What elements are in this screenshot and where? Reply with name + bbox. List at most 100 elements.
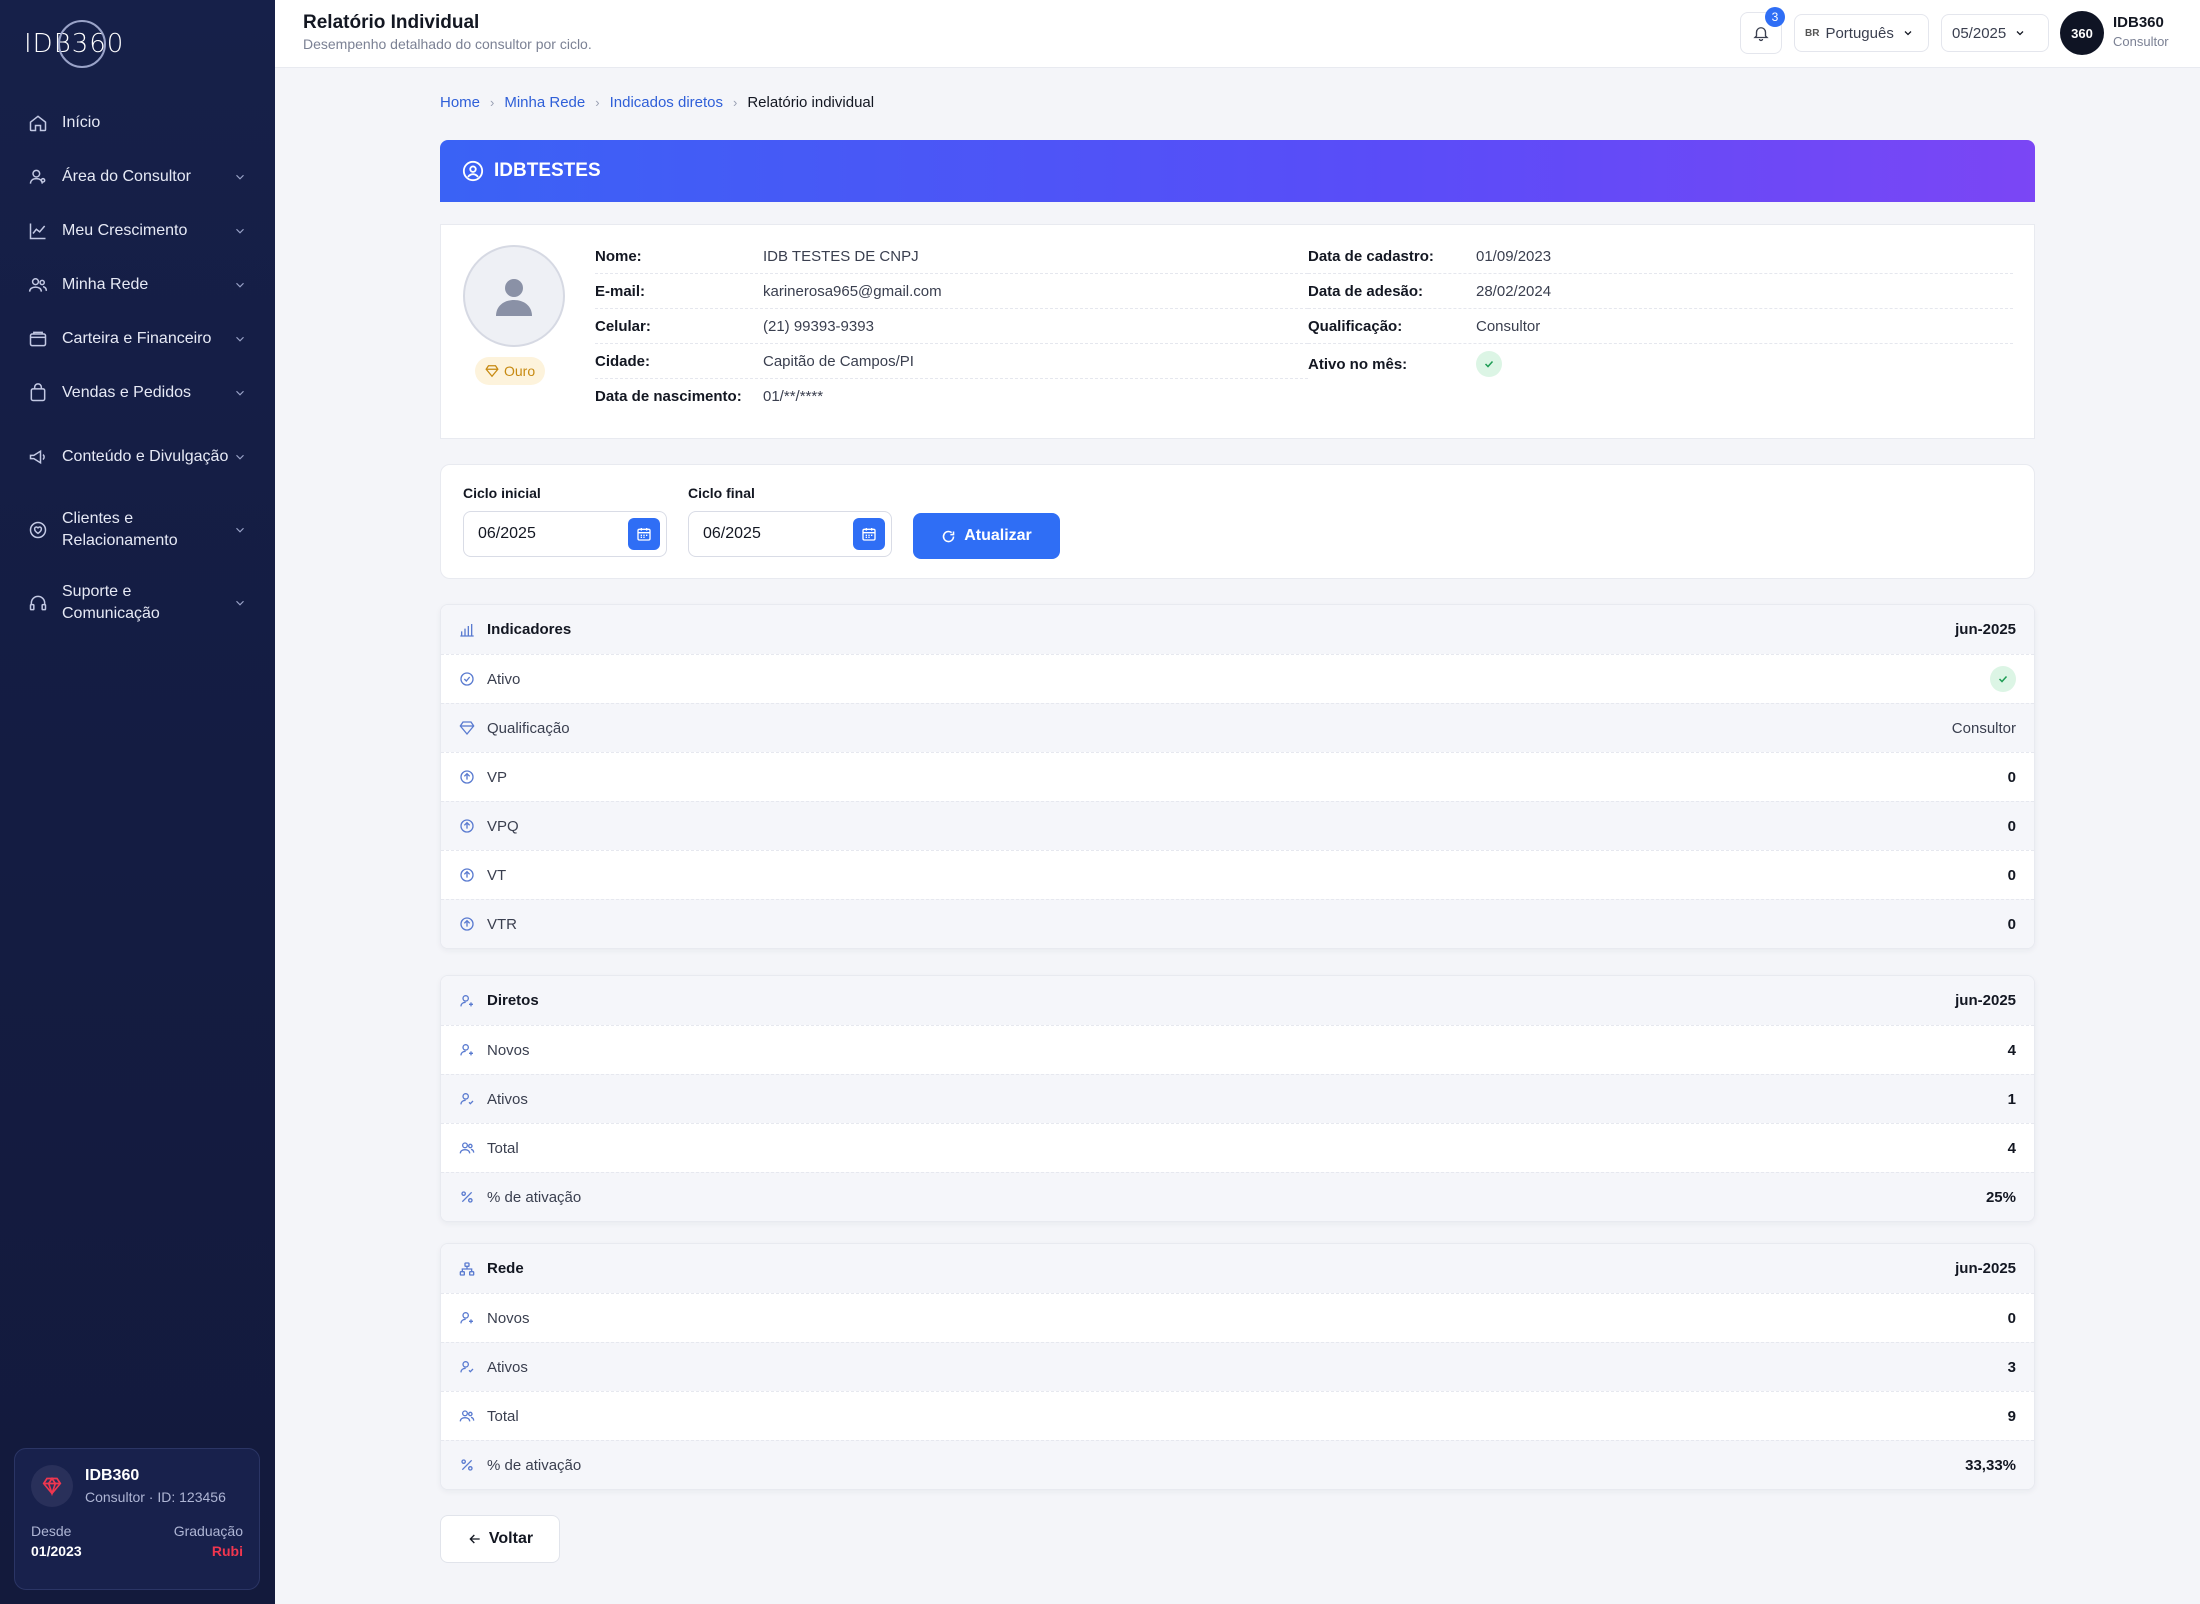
calendar-button[interactable] [853, 518, 885, 550]
profile-label: Data de nascimento: [595, 388, 742, 405]
row-value: 9 [2007, 1407, 2016, 1425]
row-label: VPQ [487, 817, 519, 835]
trend-icon [29, 223, 46, 240]
sidebar-item-label: Clientes e Relacionamento [62, 509, 178, 549]
chevron-right-icon: › [490, 95, 495, 110]
user-plus-icon [460, 1044, 473, 1056]
check-circle-icon [460, 672, 474, 686]
sidebar-item-vendas[interactable]: Vendas e Pedidos [12, 366, 263, 420]
row-label: % de ativação [487, 1188, 582, 1206]
diamond-icon [459, 721, 475, 736]
notification-count-badge: 3 [1765, 7, 1785, 27]
breadcrumb-indicados-diretos[interactable]: Indicados diretos [610, 94, 723, 111]
user-check-icon [460, 1361, 474, 1373]
sidebar-item-label: Suporte e Comunicação [62, 582, 160, 622]
chevron-down-icon [236, 454, 244, 460]
breadcrumb-current: Relatório individual [747, 94, 875, 111]
chevron-right-icon: › [733, 95, 738, 110]
since-label: Desde [31, 1523, 72, 1539]
chevron-down-icon [236, 600, 244, 606]
user-name: IDB360 [2113, 14, 2164, 31]
table-period: jun-2025 [1955, 992, 2016, 1009]
profile-label: Ativo no mês: [1308, 355, 1408, 373]
avatar[interactable]: 360 [2060, 11, 2104, 55]
chevron-down-icon [236, 174, 244, 180]
row-label: Ativo [487, 670, 521, 688]
row-value: 0 [2007, 866, 2016, 884]
bag-icon [30, 383, 46, 402]
table-header: Diretos jun-2025 [441, 976, 2034, 1025]
end-cycle-value: 06/2025 [703, 525, 761, 542]
sidebar-item-inicio[interactable]: Início [12, 96, 263, 150]
megaphone-icon [29, 449, 45, 464]
profile-avatar [463, 245, 565, 347]
breadcrumb-minha-rede[interactable]: Minha Rede [504, 94, 585, 111]
sidebar-item-suporte[interactable]: Suporte e Comunicação [12, 566, 263, 639]
sidebar-item-conteudo[interactable]: Conteúdo e Divulgação [12, 420, 263, 493]
profile-card: Ouro Nome: IDB TESTES DE CNPJ E-mail: kari… [440, 224, 2035, 439]
table-row: VT 0 [441, 850, 2034, 899]
table-row: Total 4 [441, 1123, 2034, 1172]
users-icon [28, 278, 48, 292]
chevron-down-icon [236, 228, 244, 234]
profile-value: IDB TESTES DE CNPJ [763, 247, 919, 265]
profile-value: 01/09/2023 [1476, 247, 1552, 265]
arrow-left-icon [469, 1534, 480, 1544]
start-cycle-value: 06/2025 [478, 525, 536, 542]
language-select[interactable]: BR Português [1794, 14, 1929, 52]
user-circle-icon [462, 160, 484, 182]
sidebar-item-meu-crescimento[interactable]: Meu Crescimento [12, 204, 263, 258]
row-label: Novos [487, 1309, 530, 1327]
row-value: 4 [2007, 1139, 2016, 1157]
sidebar-item-clientes[interactable]: Clientes e Relacionamento [12, 493, 263, 566]
profile-header: IDBTESTES [440, 140, 2035, 202]
sidebar-user-card[interactable]: IDB360 Consultor · ID: 123456 Desde 01/2… [14, 1448, 260, 1590]
arrow-up-circle-icon [460, 868, 474, 882]
calendar-icon [862, 528, 876, 541]
chevron-down-icon [1904, 31, 1912, 36]
start-cycle-input[interactable]: 06/2025 [463, 511, 667, 557]
users-icon [459, 1410, 475, 1422]
graduation-value: Rubi [211, 1543, 243, 1559]
refresh-icon [942, 530, 955, 542]
row-value: 1 [2007, 1090, 2016, 1108]
sidebar-item-minha-rede[interactable]: Minha Rede [12, 258, 263, 312]
row-value: 3 [2007, 1358, 2016, 1376]
table-row: Ativos 3 [441, 1342, 2034, 1391]
profile-value: (21) 99393-9393 [763, 317, 874, 335]
profile-right-column: Data de cadastro: 01/09/2023 Data de ades… [1308, 239, 2013, 384]
sidebar-item-carteira[interactable]: Carteira e Financeiro [12, 312, 263, 366]
row-label: Total [487, 1139, 519, 1157]
diamond-icon [485, 365, 499, 378]
row-label: Ativos [487, 1090, 528, 1108]
row-value: 4 [2007, 1041, 2016, 1059]
calendar-button[interactable] [628, 518, 660, 550]
sidebar-item-area-consultor[interactable]: Área do Consultor [12, 150, 263, 204]
row-value: 33,33% [1965, 1456, 2016, 1474]
notifications-button[interactable]: 3 [1740, 7, 1785, 54]
update-button-label: Atualizar [964, 527, 1032, 544]
row-label: Ativos [487, 1358, 528, 1376]
table-row: % de ativação 33,33% [441, 1440, 2034, 1489]
graduation-label: Graduação [173, 1523, 243, 1539]
sidebar-item-label: Minha Rede [62, 276, 149, 293]
table-title: Indicadores [487, 621, 572, 638]
page-subtitle: Desempenho detalhado do consultor por ci… [303, 36, 592, 52]
breadcrumb-home[interactable]: Home [440, 94, 480, 111]
chevron-down-icon [2016, 31, 2024, 36]
indicadores-table: Indicadores jun-2025 Ativo Qualificação … [440, 604, 2035, 949]
period-select[interactable]: 05/2025 [1941, 14, 2049, 52]
topbar: Relatório Individual Desempenho detalhad… [275, 0, 2200, 68]
logo-ring [58, 20, 106, 68]
back-button[interactable]: Voltar [440, 1515, 560, 1563]
period-value: 05/2025 [1952, 24, 2007, 42]
breadcrumb: Home › Minha Rede › Indicados diretos › … [440, 94, 874, 111]
user-plus-icon [460, 994, 473, 1006]
logo[interactable]: IDB360 [24, 20, 124, 68]
end-cycle-input[interactable]: 06/2025 [688, 511, 892, 557]
profile-value: 01/**/**** [763, 388, 824, 405]
row-value: 0 [2007, 817, 2016, 835]
update-button[interactable]: Atualizar [913, 513, 1060, 559]
row-label: Qualificação [487, 719, 570, 737]
profile-value: Capitão de Campos/PI [763, 352, 914, 370]
